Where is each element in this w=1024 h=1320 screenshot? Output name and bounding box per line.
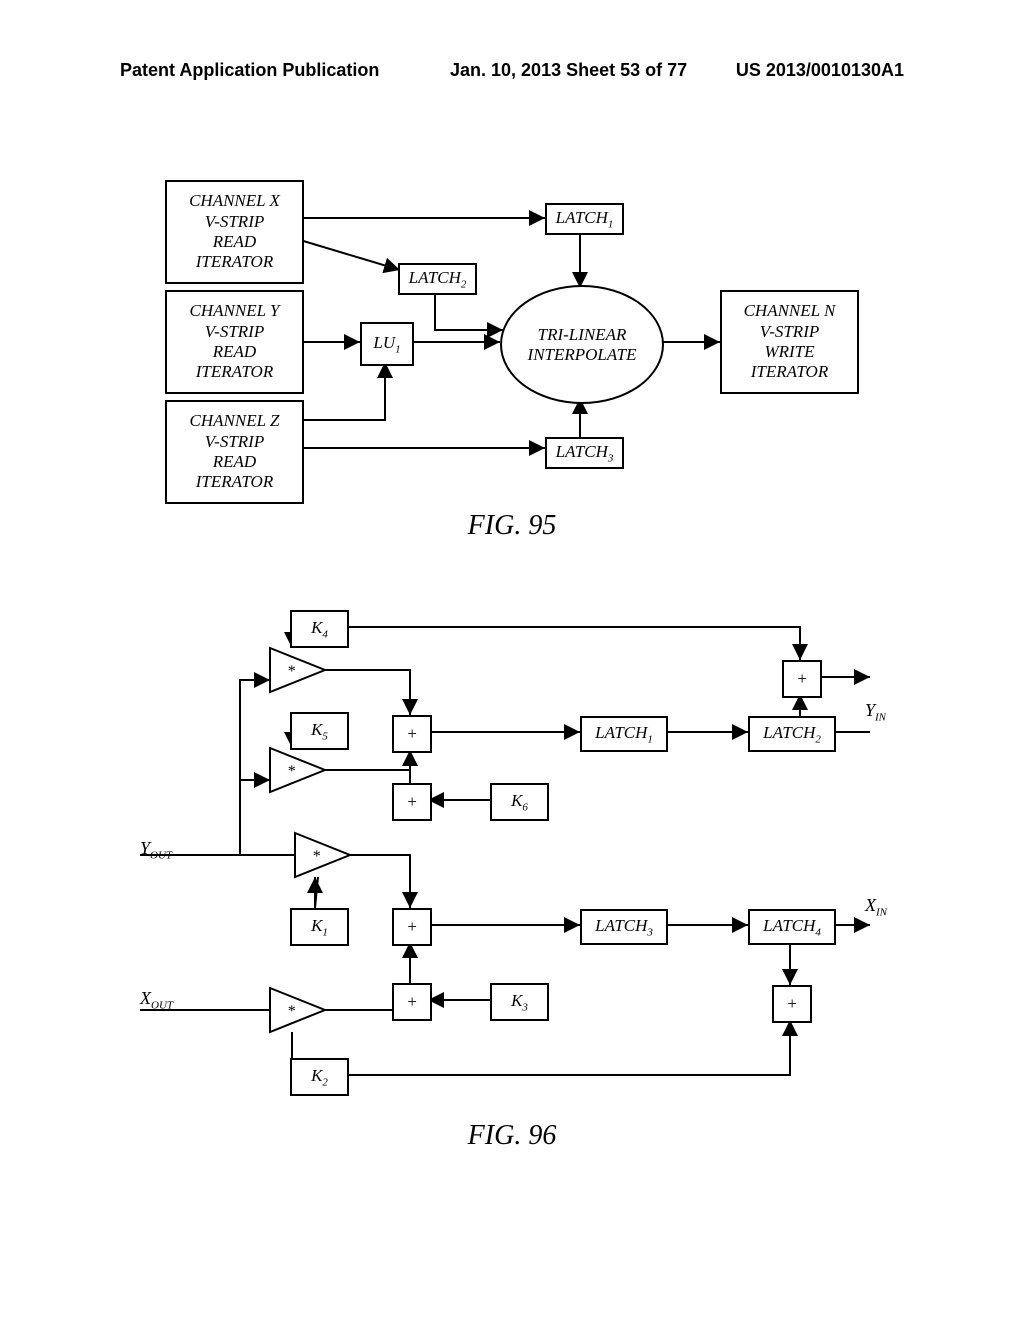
- adder-y-upper: +: [392, 715, 432, 753]
- xin-label: XIN: [865, 895, 887, 919]
- svg-text:*: *: [287, 1003, 295, 1020]
- k1-label: K1: [311, 916, 328, 938]
- svg-text:*: *: [312, 848, 320, 865]
- adder-y-lower: +: [392, 783, 432, 821]
- svg-text:*: *: [287, 763, 295, 780]
- latch1-f96-label: LATCH1: [595, 723, 653, 745]
- xout-label: XOUT: [140, 988, 173, 1012]
- k6-box: K6: [490, 783, 549, 821]
- k1-box: K1: [290, 908, 349, 946]
- k2-box: K2: [290, 1058, 349, 1096]
- yin-label: YIN: [865, 700, 886, 724]
- latch4-f96-label: LATCH4: [763, 916, 821, 938]
- fig96-caption: FIG. 96: [0, 1120, 1024, 1152]
- k3-label: K3: [511, 991, 528, 1013]
- latch4-f96: LATCH4: [748, 909, 836, 945]
- adder-bottom-right: +: [772, 985, 812, 1023]
- k2-label: K2: [311, 1066, 328, 1088]
- latch2-f96: LATCH2: [748, 716, 836, 752]
- k5-label: K5: [311, 720, 328, 742]
- k5-box: K5: [290, 712, 349, 750]
- adder-x-lower: +: [392, 983, 432, 1021]
- latch1-f96: LATCH1: [580, 716, 668, 752]
- k4-label: K4: [311, 618, 328, 640]
- latch3-f96-label: LATCH3: [595, 916, 653, 938]
- adder-top-right: +: [782, 660, 822, 698]
- k6-label: K6: [511, 791, 528, 813]
- latch2-f96-label: LATCH2: [763, 723, 821, 745]
- k3-box: K3: [490, 983, 549, 1021]
- adder-x-upper: +: [392, 908, 432, 946]
- latch3-f96: LATCH3: [580, 909, 668, 945]
- k4-box: K4: [290, 610, 349, 648]
- yout-label: YOUT: [140, 838, 172, 862]
- svg-text:*: *: [287, 663, 295, 680]
